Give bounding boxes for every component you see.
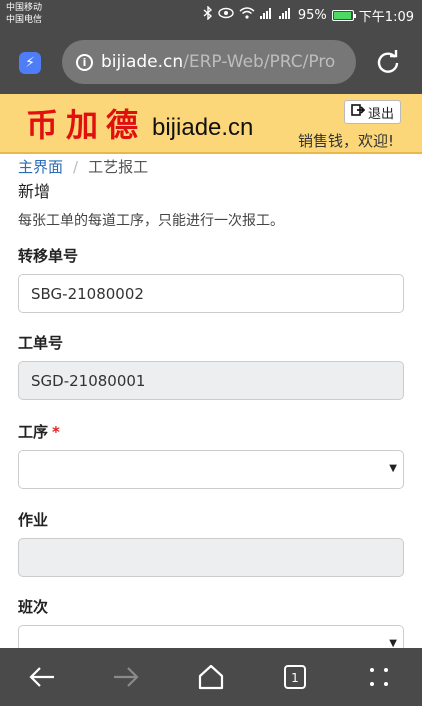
work-order-input: SGD-21080001: [18, 361, 404, 400]
url-host: bijiade.cn: [101, 52, 184, 72]
address-bar[interactable]: i bijiade.cn/ERP-Web/PRC/Pro: [62, 40, 356, 84]
page-note: 每张工单的每道工序，只能进行一次报工。: [18, 213, 284, 229]
logout-button[interactable]: 退出: [344, 100, 402, 124]
operation-input: [18, 538, 404, 577]
operation-label: 作业: [18, 511, 49, 529]
reload-icon[interactable]: [376, 50, 400, 74]
more-menu-icon[interactable]: [364, 662, 394, 692]
carrier-1: 中国移动: [6, 3, 43, 13]
battery-fill: [333, 11, 351, 19]
signal-icon-2: [278, 7, 293, 23]
browser-navbar: 1: [0, 648, 422, 706]
process-label: 工序 *: [18, 421, 60, 442]
welcome-text: 销售钱，欢迎!: [297, 132, 394, 150]
breadcrumb-current: 工艺报工: [88, 158, 149, 176]
forward-arrow-icon: [111, 662, 141, 692]
process-select[interactable]: ▼: [18, 450, 404, 489]
home-icon[interactable]: [196, 662, 226, 692]
lightning-icon[interactable]: ⚡: [19, 52, 41, 74]
caret-down-icon: ▼: [389, 463, 397, 474]
work-order-value: SGD-21080001: [31, 371, 146, 390]
breadcrumb-separator: /: [73, 158, 79, 176]
transfer-no-value: SBG-21080002: [31, 284, 144, 303]
main-content: 主界面 / 工艺报工 新增 每张工单的每道工序，只能进行一次报工。 转移单号 SBG…: [0, 154, 422, 648]
transfer-no-label: 转移单号: [18, 247, 79, 265]
carrier-2: 中国电信: [6, 15, 43, 25]
wifi-icon: [239, 7, 255, 23]
info-icon[interactable]: i: [76, 53, 93, 71]
eye-icon: [218, 7, 234, 23]
site-header: 币加德 bijiade.cn 退出 销售钱，欢迎!: [0, 94, 422, 154]
transfer-no-input[interactable]: SBG-21080002: [18, 274, 404, 313]
carrier-info: 中国移动 中国电信: [6, 2, 42, 26]
process-label-text: 工序: [18, 423, 49, 441]
logout-icon: [351, 104, 366, 120]
page-title: 新增: [18, 182, 51, 201]
work-order-label: 工单号: [18, 334, 64, 352]
clock: 下午1:09: [358, 9, 414, 25]
logout-label: 退出: [368, 106, 395, 122]
shift-label: 班次: [18, 598, 49, 616]
required-marker: *: [52, 423, 60, 441]
browser-toolbar: ⚡ i bijiade.cn/ERP-Web/PRC/Pro: [0, 30, 422, 94]
battery-percent: 95%: [297, 7, 327, 23]
svg-text:1: 1: [291, 671, 299, 685]
status-bar: 中国移动 中国电信 95% 下午1:09: [0, 0, 422, 30]
tabs-icon[interactable]: 1: [280, 662, 310, 692]
shift-select[interactable]: ▼: [18, 625, 404, 648]
signal-icon: [259, 7, 274, 23]
bluetooth-icon: [203, 5, 213, 24]
breadcrumb: 主界面 / 工艺报工: [18, 156, 148, 177]
status-icons: 95% 下午1:09: [203, 5, 414, 25]
logo-cn: 币加德: [26, 106, 147, 144]
breadcrumb-home[interactable]: 主界面: [18, 158, 63, 176]
battery-icon: [331, 9, 356, 21]
caret-down-icon: ▼: [389, 638, 397, 648]
back-arrow-icon[interactable]: [27, 662, 57, 692]
url-path: /ERP-Web/PRC/Pro: [183, 52, 336, 72]
logo-en: bijiade.cn: [152, 114, 254, 141]
